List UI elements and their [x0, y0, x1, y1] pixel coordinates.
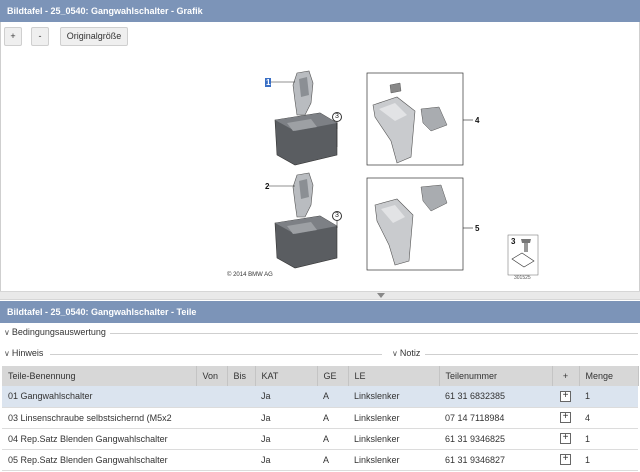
col-header-bis[interactable]: Bis [227, 366, 256, 386]
gear-selector-assembly-2 [274, 172, 338, 269]
cell-kat: Ja [255, 386, 317, 408]
notiz-section[interactable]: ∨ Notiz [392, 348, 420, 358]
hinweis-section[interactable]: ∨ Hinweis [4, 348, 43, 358]
notiz-label: Notiz [399, 348, 421, 358]
callout-5[interactable]: 5 [475, 224, 479, 233]
cell-le: Linkslenker [348, 386, 439, 408]
col-header-menge[interactable]: Menge [579, 366, 639, 386]
collapse-arrow-icon[interactable] [377, 293, 385, 298]
cell-von [196, 428, 227, 450]
table-row[interactable]: 03 Linsenschraube selbstsichernd (M5x2 J… [2, 407, 638, 429]
hinweis-label: Hinweis [11, 348, 44, 358]
col-header-le[interactable]: LE [348, 366, 440, 386]
bedingung-section[interactable]: ∨ Bedingungsauswertung [4, 327, 106, 337]
cell-ge: A [317, 449, 348, 471]
add-to-cart-icon[interactable]: + [560, 433, 571, 445]
cell-menge: 1 [579, 386, 638, 408]
col-header-ge[interactable]: GE [317, 366, 349, 386]
cell-kat: Ja [255, 428, 317, 450]
original-size-button[interactable]: Originalgröße [60, 27, 128, 46]
cell-bis [227, 407, 255, 429]
cell-teilenummer: 07 14 7118984 [439, 407, 552, 429]
add-to-cart-icon[interactable]: + [560, 412, 571, 424]
copyright-text: © 2014 BMW AG [227, 272, 273, 278]
cell-name: 05 Rep.Satz Blenden Gangwahlschalter [2, 449, 196, 471]
cell-bis [227, 449, 255, 471]
col-header-plus[interactable]: + [552, 366, 580, 386]
cell-bis [227, 386, 255, 408]
cell-teilenummer: 61 31 9346825 [439, 428, 552, 450]
add-to-cart-icon[interactable]: + [560, 390, 571, 402]
parts-panel-title: Bildtafel - 25_0540: Gangwahlschalter - … [0, 301, 640, 323]
col-header-von[interactable]: Von [196, 366, 228, 386]
table-row[interactable]: 04 Rep.Satz Blenden Gangwahlschalter Ja … [2, 428, 638, 450]
parts-drawing[interactable] [225, 65, 545, 290]
cell-kat: Ja [255, 449, 317, 471]
parts-table: Teile-Benennung Von Bis KAT GE LE Teilen… [2, 366, 639, 471]
cell-menge: 1 [579, 428, 638, 450]
cell-von [196, 386, 227, 408]
callout-3-lower[interactable]: 3 [332, 211, 342, 221]
cell-teilenummer: 61 31 9346827 [439, 449, 552, 471]
cell-add: + [552, 407, 579, 429]
cell-menge: 4 [579, 407, 638, 429]
col-header-teilenummer[interactable]: Teilenummer [439, 366, 553, 386]
col-header-kat[interactable]: KAT [255, 366, 318, 386]
col-header-benennung[interactable]: Teile-Benennung [2, 366, 197, 386]
cell-add: + [552, 386, 579, 408]
divider [50, 354, 382, 355]
panel-splitter[interactable] [0, 291, 640, 300]
cell-von [196, 407, 227, 429]
image-id-text: 301525 [514, 275, 531, 281]
cell-ge: A [317, 386, 348, 408]
table-row[interactable]: 05 Rep.Satz Blenden Gangwahlschalter Ja … [2, 449, 638, 471]
graphic-panel-title: Bildtafel - 25_0540: Gangwahlschalter - … [0, 0, 640, 22]
callout-3-screw[interactable]: 3 [511, 237, 515, 246]
cell-von [196, 449, 227, 471]
cell-kat: Ja [255, 407, 317, 429]
callout-2[interactable]: 2 [265, 182, 269, 191]
chevron-down-icon: ∨ [392, 349, 398, 358]
callout-4[interactable]: 4 [475, 116, 479, 125]
cell-name: 03 Linsenschraube selbstsichernd (M5x2 [2, 407, 196, 429]
cell-add: + [552, 428, 579, 450]
cell-le: Linkslenker [348, 407, 439, 429]
bedingung-label: Bedingungsauswertung [11, 327, 106, 337]
table-header-row: Teile-Benennung Von Bis KAT GE LE Teilen… [2, 366, 639, 386]
cell-le: Linkslenker [348, 428, 439, 450]
cell-teilenummer: 61 31 6832385 [439, 386, 552, 408]
callout-1[interactable]: 1 [265, 78, 272, 87]
callout-3-upper[interactable]: 3 [332, 112, 342, 122]
gear-selector-assembly-1 [274, 70, 338, 166]
cell-le: Linkslenker [348, 449, 439, 471]
cell-add: + [552, 449, 579, 471]
chevron-down-icon: ∨ [4, 349, 10, 358]
cell-ge: A [317, 407, 348, 429]
add-to-cart-icon[interactable]: + [560, 454, 571, 466]
cell-ge: A [317, 428, 348, 450]
cell-name: 04 Rep.Satz Blenden Gangwahlschalter [2, 428, 196, 450]
cell-menge: 1 [579, 449, 638, 471]
divider [110, 333, 638, 334]
zoom-in-button[interactable]: + [4, 27, 22, 46]
cell-bis [227, 428, 255, 450]
cell-name: 01 Gangwahlschalter [2, 386, 196, 408]
table-row[interactable]: 01 Gangwahlschalter Ja A Linkslenker 61 … [2, 386, 638, 408]
chevron-down-icon: ∨ [4, 328, 10, 337]
zoom-out-button[interactable]: - [31, 27, 49, 46]
divider [425, 354, 638, 355]
